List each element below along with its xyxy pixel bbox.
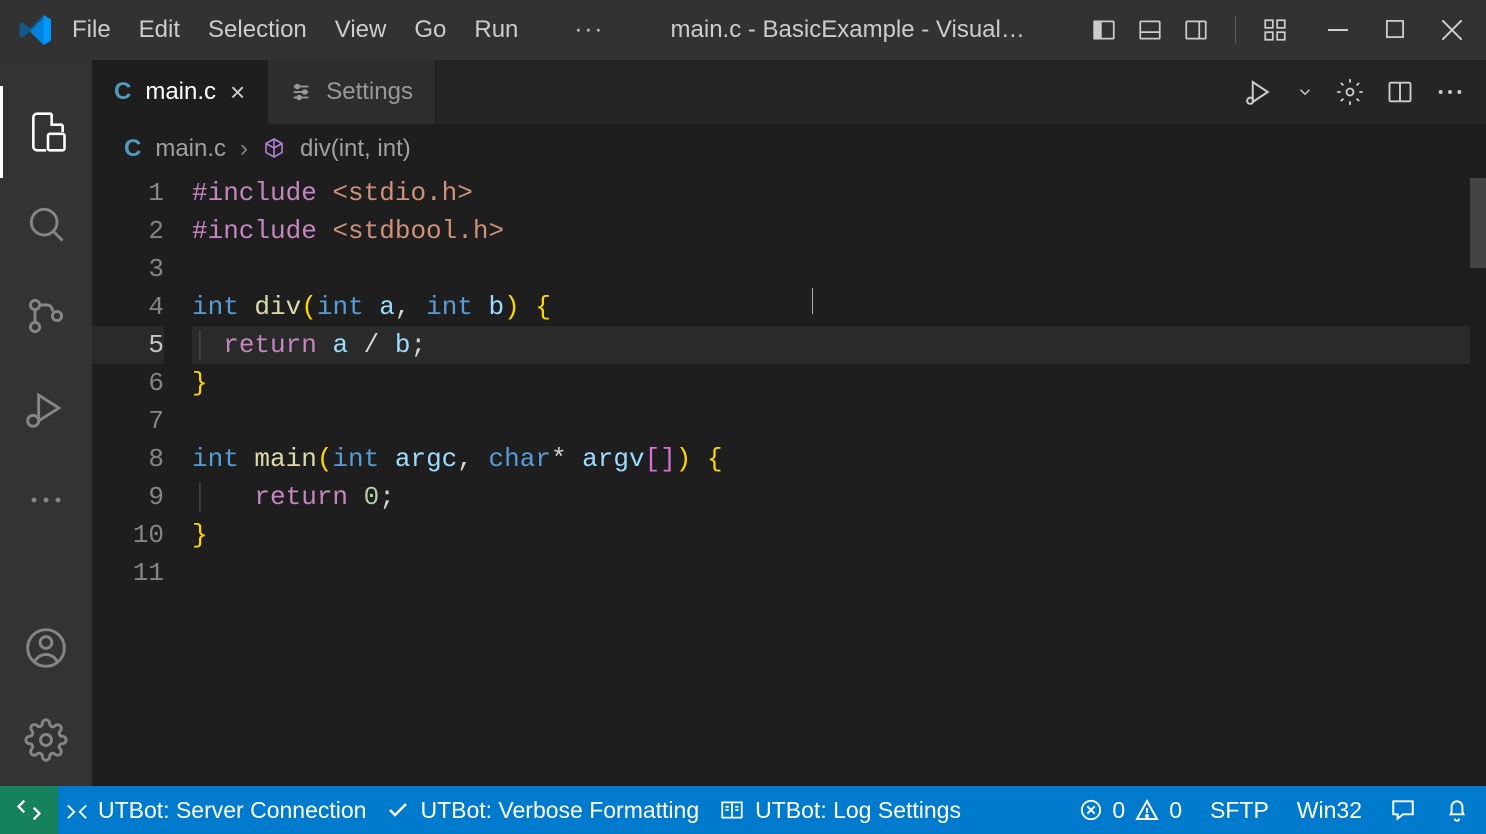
run-button-icon[interactable] — [1244, 77, 1274, 107]
more-views-icon[interactable] — [0, 454, 92, 546]
breadcrumb[interactable]: C main.c › div(int, int) — [92, 124, 1486, 174]
line-number: 2 — [92, 212, 164, 250]
status-label: UTBot: Verbose Formatting — [420, 797, 699, 824]
line-number: 9 — [92, 478, 164, 516]
split-editor-icon[interactable] — [1386, 78, 1414, 106]
main-menu: File Edit Selection View Go Run ··· — [72, 16, 604, 44]
menu-view[interactable]: View — [335, 16, 387, 44]
gear-icon[interactable] — [1336, 78, 1364, 106]
status-label: UTBot: Server Connection — [98, 797, 366, 824]
notifications-bell-icon[interactable] — [1444, 797, 1470, 823]
platform-status[interactable]: Win32 — [1297, 797, 1362, 824]
c-file-icon: C — [114, 78, 131, 106]
chevron-down-icon[interactable] — [1296, 83, 1314, 101]
more-actions-icon[interactable] — [1436, 87, 1464, 97]
settings-gear-icon[interactable] — [0, 694, 92, 786]
explorer-icon[interactable] — [0, 86, 92, 178]
code-line[interactable]: │ return a / b; — [192, 326, 1470, 364]
line-number: 3 — [92, 250, 164, 288]
close-tab-icon[interactable]: × — [230, 77, 245, 108]
line-number: 5 — [92, 326, 164, 364]
tab-label: Settings — [326, 78, 413, 106]
line-number: 4 — [92, 288, 164, 326]
divider — [1235, 16, 1236, 44]
tab-settings[interactable]: Settings — [268, 60, 436, 124]
line-number: 8 — [92, 440, 164, 478]
tab-bar: C main.c × Settings — [92, 60, 1486, 124]
menu-file[interactable]: File — [72, 16, 111, 44]
customize-layout-icon[interactable] — [1262, 17, 1288, 43]
line-number: 6 — [92, 364, 164, 402]
main-area: C main.c × Settings C main.c › div(int, … — [0, 60, 1486, 786]
status-label: Win32 — [1297, 797, 1362, 824]
code-line[interactable] — [192, 402, 1470, 440]
layout-controls — [1091, 16, 1298, 44]
menu-run[interactable]: Run — [474, 16, 518, 44]
code-line[interactable]: │ return 0; — [192, 478, 1470, 516]
utbot-server-connection[interactable]: UTBot: Server Connection — [66, 797, 366, 824]
toggle-primary-sidebar-icon[interactable] — [1091, 17, 1117, 43]
sftp-status[interactable]: SFTP — [1210, 797, 1269, 824]
search-icon[interactable] — [0, 178, 92, 270]
code-line[interactable]: #include <stdbool.h> — [192, 212, 1470, 250]
tab-main-c[interactable]: C main.c × — [92, 60, 268, 124]
run-debug-icon[interactable] — [0, 362, 92, 454]
code-line[interactable]: int main(int argc, char* argv[]) { — [192, 440, 1470, 478]
toggle-panel-icon[interactable] — [1137, 17, 1163, 43]
gutter: 1234567891011 — [92, 174, 192, 786]
settings-icon — [290, 81, 312, 103]
breadcrumb-file[interactable]: main.c — [155, 135, 226, 163]
window-controls — [1328, 20, 1476, 40]
code-content[interactable]: #include <stdio.h>#include <stdbool.h> in… — [192, 174, 1470, 786]
utbot-log[interactable]: UTBot: Log Settings — [719, 797, 961, 824]
status-label: UTBot: Log Settings — [755, 797, 961, 824]
vscode-logo-icon — [18, 12, 54, 48]
line-number: 10 — [92, 516, 164, 554]
menu-edit[interactable]: Edit — [139, 16, 180, 44]
menu-go[interactable]: Go — [414, 16, 446, 44]
line-number: 1 — [92, 174, 164, 212]
warning-count: 0 — [1169, 797, 1182, 824]
tab-label: main.c — [145, 78, 216, 106]
text-cursor — [812, 288, 814, 314]
editor-actions — [1244, 60, 1486, 124]
minimize-button[interactable] — [1328, 20, 1348, 40]
maximize-button[interactable] — [1386, 20, 1404, 40]
source-control-icon[interactable] — [0, 270, 92, 362]
code-editor[interactable]: 1234567891011 #include <stdio.h>#include… — [92, 174, 1486, 786]
utbot-verbose[interactable]: UTBot: Verbose Formatting — [386, 797, 699, 824]
menu-more[interactable]: ··· — [574, 16, 604, 44]
toggle-secondary-sidebar-icon[interactable] — [1183, 17, 1209, 43]
code-line[interactable]: #include <stdio.h> — [192, 174, 1470, 212]
activity-bar — [0, 60, 92, 786]
overview-ruler[interactable] — [1470, 174, 1486, 786]
chevron-right-icon: › — [240, 135, 248, 163]
status-bar: UTBot: Server Connection UTBot: Verbose … — [0, 786, 1486, 834]
feedback-icon[interactable] — [1390, 797, 1416, 823]
code-line[interactable] — [192, 554, 1470, 592]
status-label: SFTP — [1210, 797, 1269, 824]
remote-indicator[interactable] — [0, 786, 58, 834]
editor-area: C main.c × Settings C main.c › div(int, … — [92, 60, 1486, 786]
line-number: 7 — [92, 402, 164, 440]
problems-count[interactable]: 0 0 — [1080, 797, 1182, 824]
code-line[interactable]: } — [192, 364, 1470, 402]
code-line[interactable] — [192, 250, 1470, 288]
line-number: 11 — [92, 554, 164, 592]
cube-icon — [262, 137, 286, 161]
code-line[interactable]: } — [192, 516, 1470, 554]
breadcrumb-symbol[interactable]: div(int, int) — [300, 135, 411, 163]
menu-selection[interactable]: Selection — [208, 16, 307, 44]
accounts-icon[interactable] — [0, 602, 92, 694]
c-file-icon: C — [124, 135, 141, 163]
window-title: main.c - BasicExample - Visual… — [604, 16, 1091, 44]
title-bar: File Edit Selection View Go Run ··· main… — [0, 0, 1486, 60]
code-line[interactable]: int div(int a, int b) { — [192, 288, 1470, 326]
close-button[interactable] — [1442, 20, 1462, 40]
error-count: 0 — [1112, 797, 1125, 824]
overview-highlight — [1470, 178, 1486, 268]
